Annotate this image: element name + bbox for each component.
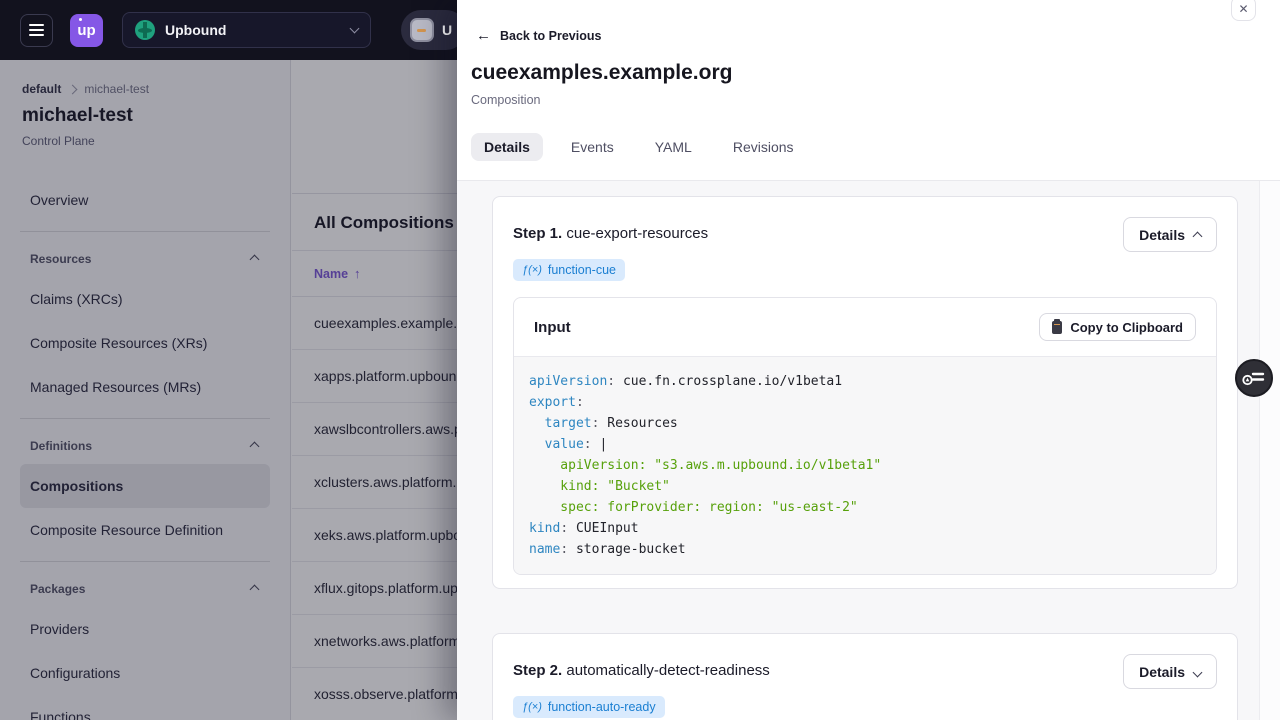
account-pill-label: U (442, 22, 453, 38)
close-icon: ✕ (1238, 1, 1249, 16)
clipboard-icon (1052, 318, 1063, 334)
copy-to-clipboard-button[interactable]: Copy to Clipboard (1039, 313, 1196, 341)
step-2-title: Step 2. automatically-detect-readiness (513, 662, 770, 679)
step-1-title: Step 1. cue-export-resources (513, 225, 709, 242)
code-line: name: storage-bucket (529, 542, 686, 557)
panel-body: Step 1. cue-export-resources Details ƒ(×… (457, 180, 1280, 720)
org-switcher-label: Upbound (165, 22, 227, 38)
hamburger-icon (29, 24, 44, 36)
tab-yaml[interactable]: YAML (642, 133, 705, 161)
chevron-down-icon (349, 23, 360, 34)
code-line: kind: CUEInput (529, 521, 639, 536)
org-switcher[interactable]: Upbound (122, 12, 371, 48)
composition-detail-panel: ← Back to Previous ✕ cueexamples.example… (457, 0, 1280, 720)
function-icon: ƒ(×) (522, 264, 542, 276)
step-1-card: Step 1. cue-export-resources Details ƒ(×… (492, 196, 1238, 589)
code-line: kind: "Bucket" (529, 479, 670, 494)
scrollbar-track[interactable] (1259, 181, 1280, 720)
code-block: apiVersion: cue.fn.crossplane.io/v1beta1… (514, 357, 1216, 574)
input-title: Input (534, 318, 571, 336)
function-badge: ƒ(×) function-cue (513, 259, 625, 281)
feedback-icon (1242, 372, 1265, 386)
code-line: export: (529, 395, 584, 410)
back-label: Back to Previous (500, 28, 602, 43)
feedback-widget-button[interactable] (1235, 359, 1273, 397)
upbound-logo[interactable]: up (70, 13, 103, 47)
panel-subtitle: Composition (471, 93, 541, 107)
app-root: up Upbound U default michael-test michae… (0, 0, 1280, 720)
menu-button[interactable] (20, 13, 53, 47)
code-line: target: Resources (544, 416, 678, 431)
step-2-card: Step 2. automatically-detect-readiness D… (492, 633, 1238, 720)
step-1-details-button[interactable]: Details (1123, 217, 1217, 252)
close-button[interactable]: ✕ (1231, 0, 1256, 21)
chevron-up-icon (1192, 231, 1203, 242)
back-arrow-icon: ← (476, 27, 491, 44)
input-card: Input Copy to Clipboard apiVersion: cue.… (513, 297, 1217, 575)
code-line: apiVersion: cue.fn.crossplane.io/v1beta1 (529, 374, 843, 389)
tab-revisions[interactable]: Revisions (720, 133, 807, 161)
chevron-down-icon (1192, 667, 1203, 678)
code-line: spec: forProvider: region: "us-east-2" (529, 500, 858, 515)
code-line: apiVersion: "s3.aws.m.upbound.io/v1beta1… (529, 458, 882, 473)
tab-details[interactable]: Details (471, 133, 543, 161)
panel-title: cueexamples.example.org (471, 61, 733, 84)
tab-bar: Details Events YAML Revisions (471, 133, 1256, 175)
tab-events[interactable]: Events (558, 133, 627, 161)
step-2-details-button[interactable]: Details (1123, 654, 1217, 689)
upbound-mark-icon (135, 20, 155, 40)
function-icon: ƒ(×) (522, 701, 542, 713)
back-to-previous-link[interactable]: ← Back to Previous (471, 28, 1256, 43)
code-line: value: | (544, 437, 608, 452)
control-plane-icon (410, 18, 434, 42)
function-badge: ƒ(×) function-auto-ready (513, 696, 665, 718)
